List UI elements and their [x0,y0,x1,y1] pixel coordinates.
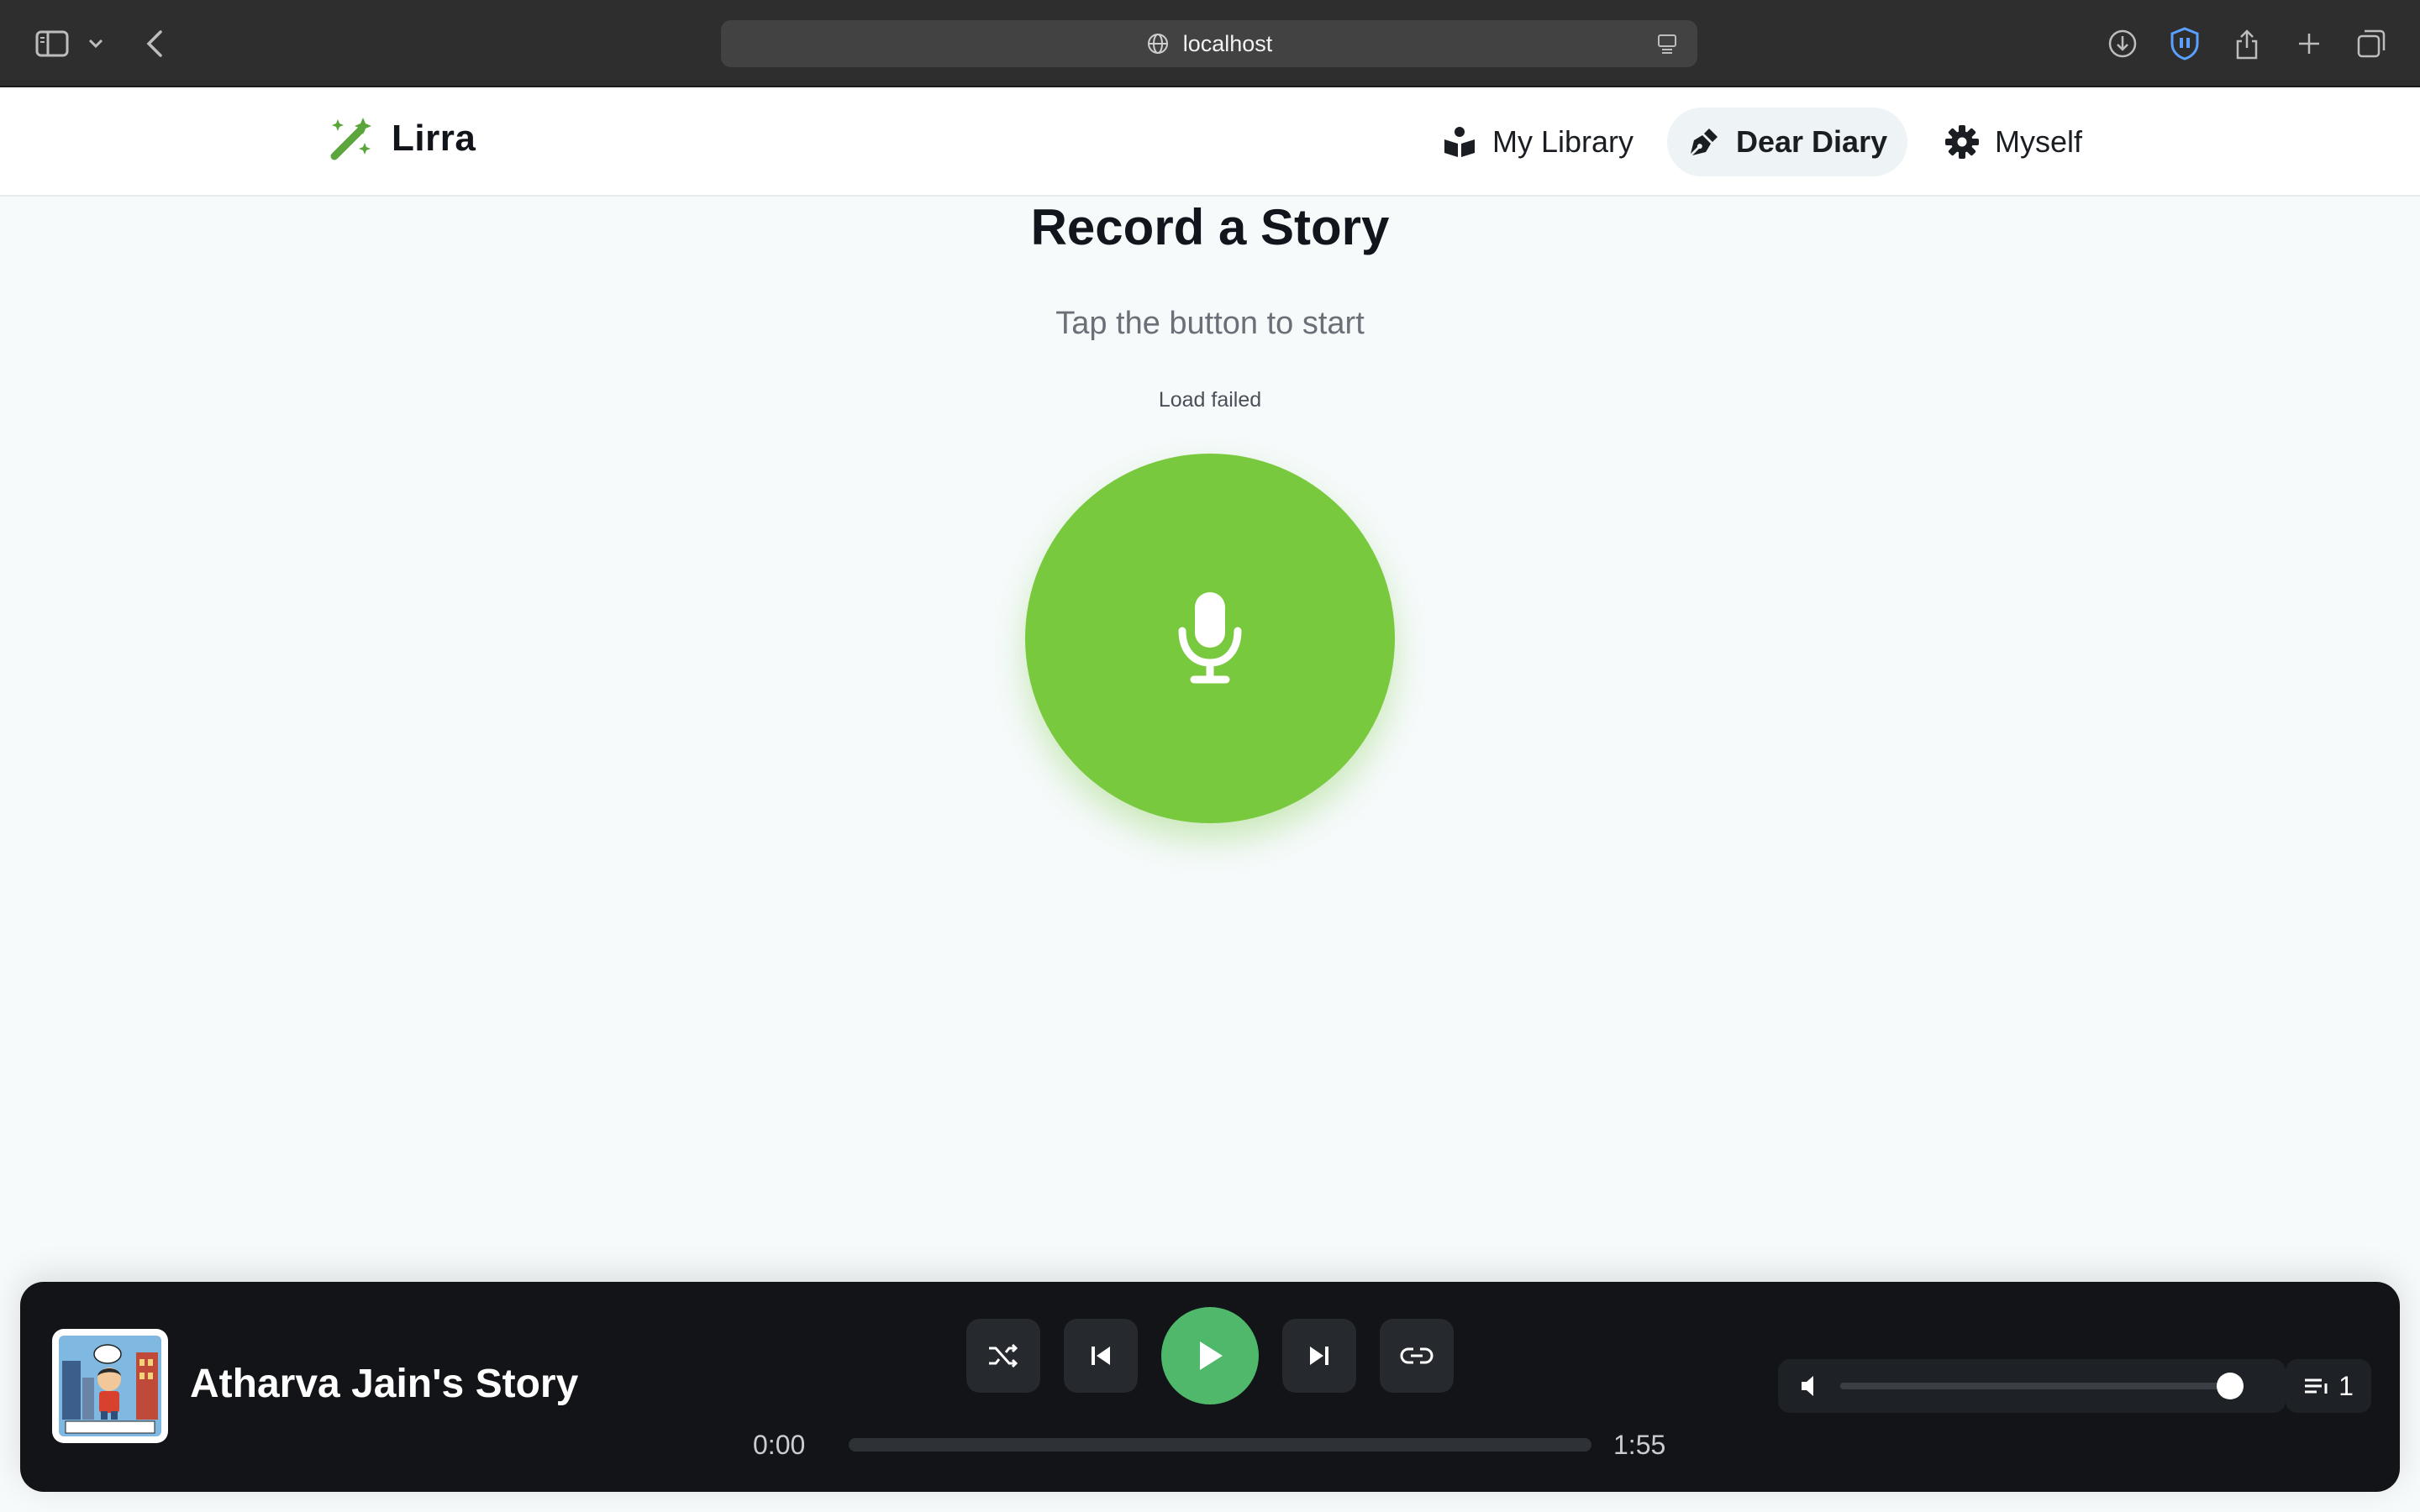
cover-illustration [59,1336,161,1436]
previous-button[interactable] [1064,1319,1138,1393]
globe-icon [1147,34,1168,54]
volume-fill [1840,1383,2230,1389]
back-arrow-icon[interactable] [134,24,175,64]
status-message: Load failed [1158,388,1262,412]
progress-bar[interactable] [849,1438,1591,1452]
nav-label-myself: Myself [1995,124,2083,159]
audio-player: Atharva Jain's Story 0:00 1:55 1 [20,1282,2400,1492]
new-tab-plus-icon[interactable] [2289,24,2329,64]
volume-slider-thumb[interactable] [2217,1373,2244,1399]
nav-dear-diary[interactable]: Dear Diary [1667,108,1908,176]
nav-my-library[interactable]: My Library [1422,108,1654,176]
browser-toolbar: localhost [0,0,2420,87]
share-icon[interactable] [2227,24,2267,64]
page-subtitle: Tap the button to start [1055,306,1365,341]
play-icon [1200,1341,1223,1370]
next-button[interactable] [1282,1319,1356,1393]
shuffle-icon [989,1343,1018,1368]
repeat-button[interactable] [1380,1319,1454,1393]
link-loop-icon [1400,1347,1434,1364]
page-title: Record a Story [1030,199,1390,255]
shuffle-button[interactable] [966,1319,1040,1393]
skip-previous-icon [1092,1347,1110,1365]
magic-wand-icon [330,118,371,160]
volume-icon[interactable] [1800,1374,1822,1402]
track-title: Atharva Jain's Story [190,1362,579,1406]
queue-list-icon [2305,1378,2328,1394]
gear-icon [1945,125,1979,159]
brand-logo[interactable]: Lirra [326,114,476,163]
app-header: Lirra My Library Dear Diary Myself [0,87,2420,197]
book-reader-icon [1444,127,1475,157]
nav-label-dear-diary: Dear Diary [1736,124,1888,159]
nav-label-my-library: My Library [1492,124,1634,159]
chevron-down-icon[interactable] [77,24,114,64]
address-bar[interactable]: localhost [721,20,1697,67]
url-text: localhost [1182,30,1273,56]
brand-name: Lirra [392,118,476,159]
track-cover-image[interactable] [52,1329,168,1443]
pen-nib-icon [1691,129,1718,155]
skip-next-icon [1310,1347,1328,1365]
record-button[interactable] [1025,454,1395,823]
sidebar-toggle-icon[interactable] [32,24,72,64]
downloads-icon[interactable] [2102,24,2143,64]
volume-slider[interactable] [1840,1383,2230,1389]
volume-control [1778,1359,2286,1413]
microphone-icon [1178,592,1242,684]
shield-extension-icon[interactable] [2165,24,2205,64]
current-time: 0:00 [753,1430,806,1460]
nav-myself[interactable]: Myself [1924,108,2102,176]
tab-overview-icon[interactable] [2351,24,2391,64]
play-button[interactable] [1161,1307,1259,1404]
queue-button[interactable]: 1 [2286,1359,2371,1413]
queue-count: 1 [2338,1370,2354,1401]
reader-view-icon[interactable] [1655,32,1679,61]
duration-time: 1:55 [1613,1430,1666,1460]
